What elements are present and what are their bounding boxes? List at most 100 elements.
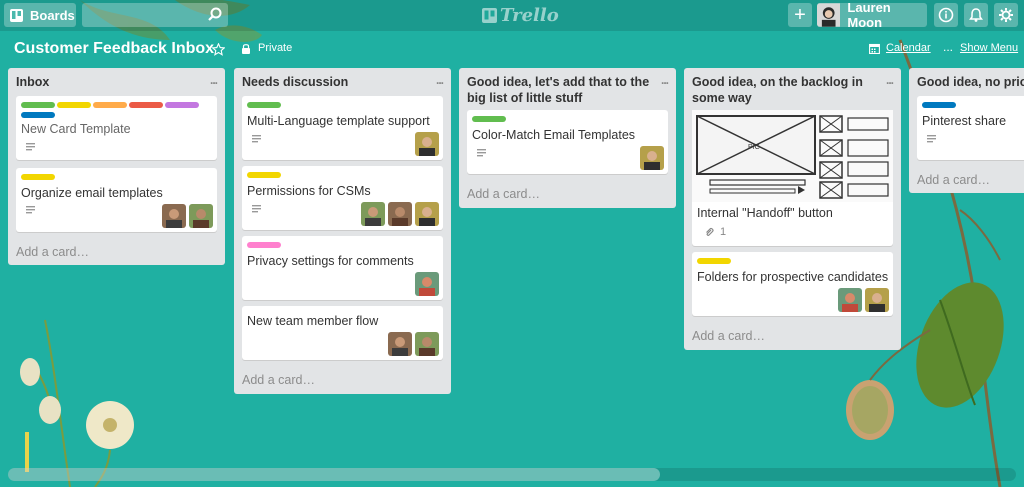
card-members [637, 146, 664, 170]
add-card-link[interactable]: Add a card… [692, 329, 765, 343]
user-menu-button[interactable]: Lauren Moon [817, 0, 927, 30]
attachment-badge: 1 [704, 226, 726, 238]
member-avatar[interactable] [415, 272, 439, 296]
board-title[interactable]: Customer Feedback Inbox [14, 40, 214, 58]
card-labels [697, 258, 887, 268]
label-yellow [57, 102, 91, 108]
member-avatar[interactable] [640, 146, 664, 170]
horizontal-scrollbar[interactable] [8, 468, 1016, 481]
visibility-label: Private [258, 42, 293, 54]
label-green [247, 102, 281, 108]
label-yellow [21, 174, 55, 180]
list-header[interactable]: Good idea, let's add that to the big lis… [459, 68, 676, 110]
top-navigation-bar: Boards Trello + Lauren Moon [0, 0, 1024, 31]
card-internal-handoff-button[interactable]: PIC Internal "Handoff" button 1 [692, 110, 893, 246]
card-title: Organize email templates [21, 186, 163, 200]
list-title[interactable]: Good idea, no priori [917, 75, 1024, 89]
card-members [412, 132, 439, 156]
card-permissions-for-csms[interactable]: Permissions for CSMs [242, 166, 443, 230]
list-menu-button[interactable]: ... [436, 73, 444, 88]
info-button[interactable] [934, 3, 958, 27]
card-privacy-settings-for-comments[interactable]: Privacy settings for comments [242, 236, 443, 300]
card-title: New team member flow [247, 314, 379, 328]
card-new-team-member-flow[interactable]: New team member flow [242, 306, 443, 360]
list-header[interactable]: Good idea, on the backlog in some way ..… [684, 68, 901, 110]
card-labels [21, 102, 211, 122]
info-icon [938, 7, 954, 23]
member-avatar[interactable] [388, 332, 412, 356]
member-avatar[interactable] [415, 332, 439, 356]
calendar-link[interactable]: Calendar [869, 42, 931, 54]
member-avatar[interactable] [361, 202, 385, 226]
settings-button[interactable] [994, 3, 1018, 27]
lock-icon [242, 43, 250, 54]
more-options-dots[interactable]: ... [943, 40, 953, 54]
list-header[interactable]: Good idea, no priori [909, 68, 1024, 96]
bell-icon [969, 8, 983, 22]
label-blue [21, 112, 55, 118]
card-title: New Card Template [21, 122, 131, 136]
description-icon [252, 135, 261, 143]
calendar-icon [869, 43, 880, 54]
list-title[interactable]: Needs discussion [242, 75, 348, 89]
list-little-stuff: Good idea, let's add that to the big lis… [459, 68, 676, 208]
add-card-link[interactable]: Add a card… [16, 245, 89, 259]
card-organize-email-templates[interactable]: Organize email templates [16, 168, 217, 232]
user-name: Lauren Moon [847, 0, 891, 30]
notifications-button[interactable] [964, 3, 988, 27]
add-card-link[interactable]: Add a card… [917, 173, 990, 187]
list-menu-button[interactable]: ... [886, 73, 894, 88]
card-folders-for-prospective-candidates[interactable]: Folders for prospective candidates [692, 252, 893, 316]
list-inbox: Inbox ... New Card Template Organize ema… [8, 68, 225, 265]
card-title: Permissions for CSMs [247, 184, 371, 198]
card-labels [21, 174, 211, 184]
list-needs-discussion: Needs discussion ... Multi-Language temp… [234, 68, 451, 394]
card-multi-language-template-support[interactable]: Multi-Language template support [242, 96, 443, 160]
add-card-link[interactable]: Add a card… [467, 187, 540, 201]
search-input[interactable] [82, 3, 228, 27]
member-avatar[interactable] [415, 132, 439, 156]
member-avatar[interactable] [388, 202, 412, 226]
list-title[interactable]: Good idea, let's add that to the big lis… [467, 75, 649, 105]
card-labels [922, 102, 1024, 112]
member-avatar[interactable] [162, 204, 186, 228]
boards-icon [10, 8, 23, 22]
boards-button[interactable]: Boards [4, 3, 76, 27]
list-title[interactable]: Good idea, on the backlog in some way [692, 75, 863, 105]
member-avatar[interactable] [865, 288, 889, 312]
member-avatar[interactable] [189, 204, 213, 228]
list-menu-button[interactable]: ... [210, 73, 218, 88]
trello-logo[interactable]: Trello [482, 4, 559, 26]
card-members [385, 332, 439, 356]
scrollbar-thumb[interactable] [8, 468, 660, 481]
member-avatar[interactable] [415, 202, 439, 226]
add-button[interactable]: + [788, 3, 812, 27]
visibility-toggle[interactable]: Private [241, 42, 292, 54]
list-title[interactable]: Inbox [16, 75, 49, 89]
label-red [129, 102, 163, 108]
gear-icon [999, 8, 1013, 22]
label-blue [922, 102, 956, 108]
card-members [358, 202, 439, 226]
card-title: Folders for prospective candidates [697, 270, 889, 284]
description-icon [927, 135, 936, 143]
card-color-match-email-templates[interactable]: Color-Match Email Templates [467, 110, 668, 174]
list-header[interactable]: Needs discussion ... [234, 68, 451, 96]
card-title: Privacy settings for comments [247, 254, 414, 268]
card-title: Pinterest share [922, 114, 1007, 128]
label-yellow [247, 172, 281, 178]
card-labels [472, 116, 662, 126]
search-icon[interactable] [208, 7, 222, 21]
card-labels [247, 102, 437, 112]
card-labels [247, 172, 437, 182]
list-menu-button[interactable]: ... [661, 73, 669, 88]
star-icon[interactable] [212, 43, 225, 56]
card-new-card-template[interactable]: New Card Template [16, 96, 217, 160]
list-header[interactable]: Inbox ... [8, 68, 225, 96]
calendar-label: Calendar [886, 42, 931, 54]
member-avatar[interactable] [838, 288, 862, 312]
card-cover-sketch-image: PIC [692, 110, 893, 202]
card-pinterest-share[interactable]: Pinterest share [917, 96, 1024, 160]
add-card-link[interactable]: Add a card… [242, 373, 315, 387]
show-menu-link[interactable]: Show Menu [960, 42, 1018, 54]
